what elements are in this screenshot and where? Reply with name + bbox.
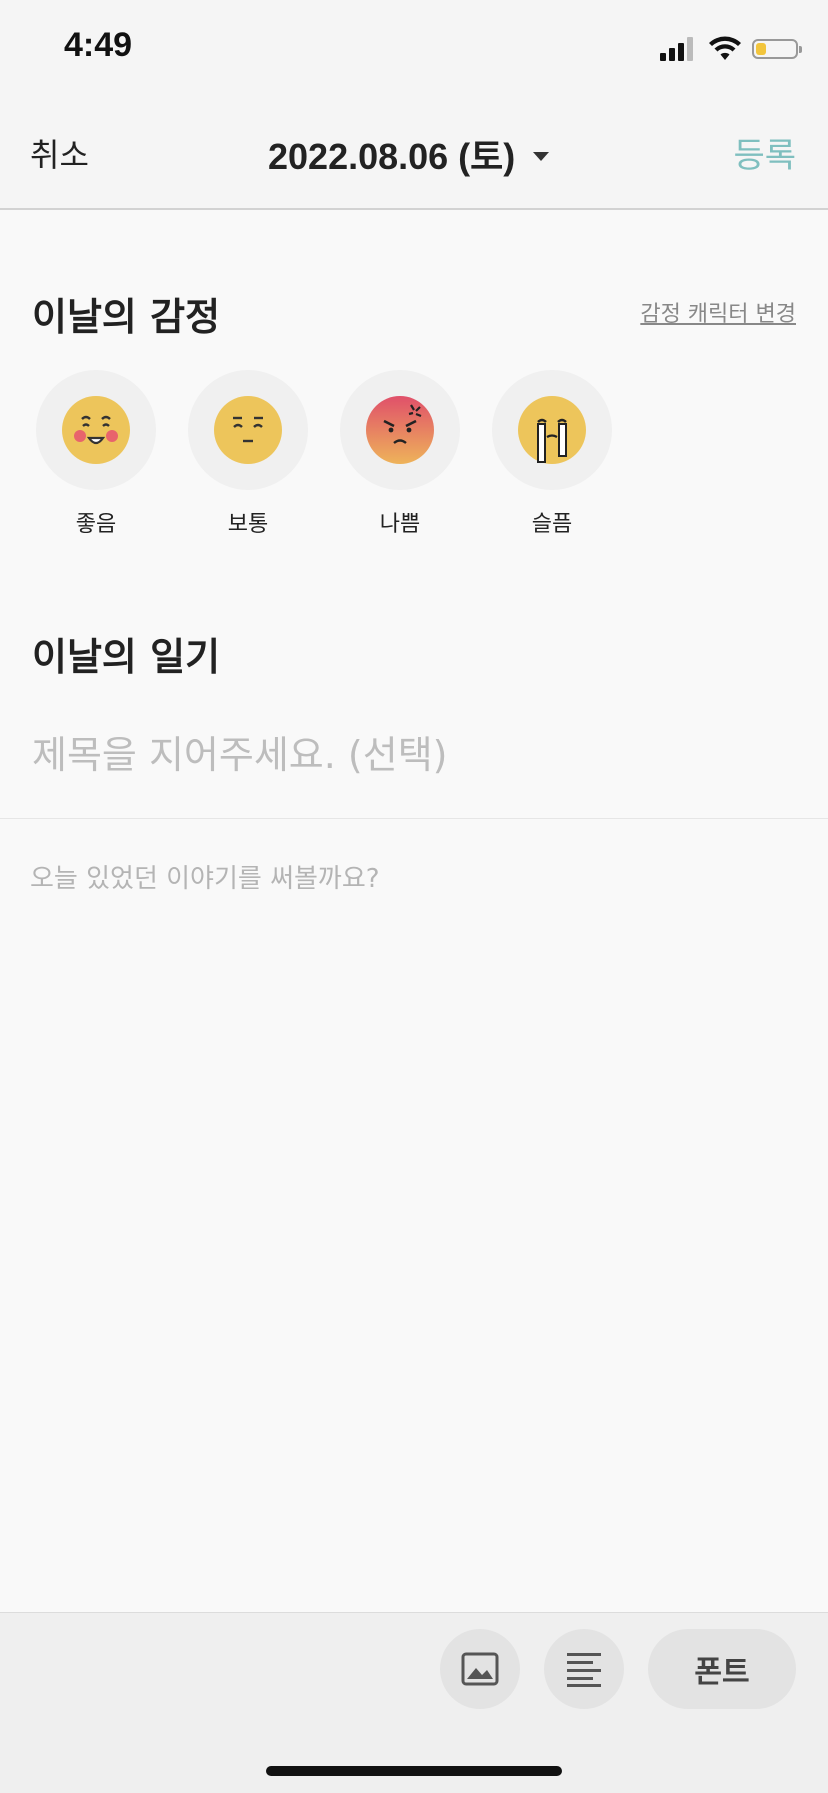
divider — [0, 818, 828, 819]
emotion-option-normal[interactable]: 보통 — [188, 370, 308, 538]
happy-face-icon — [62, 396, 130, 464]
wifi-icon — [709, 36, 741, 60]
caret-down-icon — [533, 151, 550, 161]
emotion-section-title: 이날의 감정 — [32, 295, 221, 339]
date-text: 2022.08.06 (토) — [268, 136, 516, 177]
diary-section-title: 이날의 일기 — [32, 635, 221, 679]
register-button[interactable]: 등록 — [733, 128, 796, 177]
emotion-label: 좋음 — [75, 512, 117, 537]
image-icon — [461, 1652, 499, 1686]
change-character-link[interactable]: 감정 캐릭터 변경 — [640, 296, 796, 328]
text-align-button[interactable] — [544, 1629, 624, 1709]
status-bar: 4:49 — [0, 0, 828, 100]
emotion-list: 좋음 보통 나쁨 슬픔 — [36, 370, 644, 538]
angry-face-icon — [366, 396, 434, 464]
date-picker[interactable]: 2022.08.06 (토) — [268, 128, 550, 180]
diary-title-input[interactable]: 제목을 지어주세요. (선택) — [32, 724, 448, 779]
diary-body-input[interactable]: 오늘 있었던 이야기를 써볼까요? — [30, 858, 380, 895]
battery-fill — [756, 43, 766, 55]
battery-icon — [752, 39, 802, 59]
emotion-label: 나쁨 — [379, 512, 421, 537]
cellular-signal-icon — [660, 37, 696, 61]
cancel-button[interactable]: 취소 — [30, 130, 89, 176]
emotion-label: 보통 — [227, 512, 269, 537]
status-icons — [660, 36, 802, 62]
emotion-option-bad[interactable]: 나쁨 — [340, 370, 460, 538]
neutral-face-icon — [214, 396, 282, 464]
nav-bar: 취소 2022.08.06 (토) 등록 — [0, 100, 828, 210]
home-indicator — [266, 1766, 562, 1776]
emotion-option-sad[interactable]: 슬픔 — [492, 370, 612, 538]
emotion-option-good[interactable]: 좋음 — [36, 370, 156, 538]
crying-face-icon — [518, 396, 586, 464]
align-left-icon — [567, 1653, 601, 1687]
emotion-label: 슬픔 — [531, 512, 573, 537]
status-time: 4:49 — [64, 26, 133, 64]
font-button[interactable]: 폰트 — [648, 1629, 796, 1709]
insert-image-button[interactable] — [440, 1629, 520, 1709]
